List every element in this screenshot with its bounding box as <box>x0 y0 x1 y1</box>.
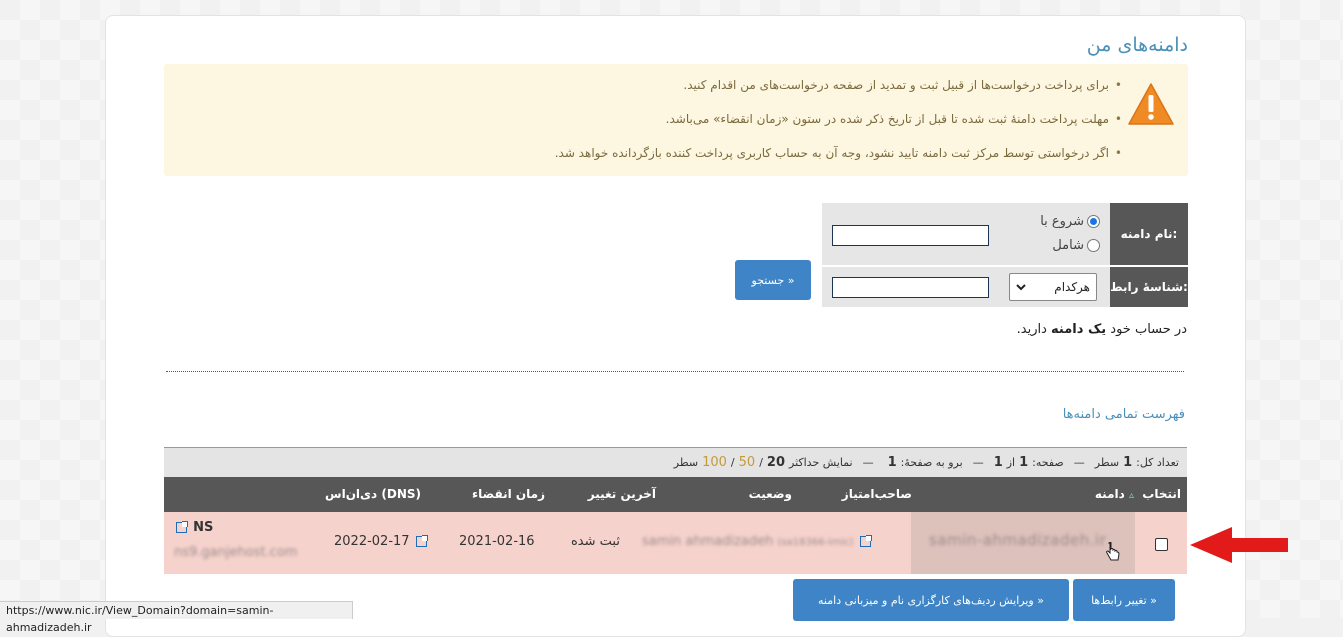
external-link-icon[interactable] <box>415 535 428 547</box>
page-title: دامنه‌های من <box>1086 34 1188 56</box>
warning-icon <box>1128 83 1174 125</box>
domain-list-title: فهرست تمامی دامنه‌ها <box>1062 407 1185 422</box>
radio-contains-button[interactable] <box>1087 238 1100 252</box>
owner-cell[interactable]: samin ahmadizadeh (sa18366-irnic) <box>642 534 873 549</box>
edit-nameservers-button[interactable]: ویرایش ردیف‌های کارگزاری نام و میزبانی د… <box>793 579 1069 621</box>
domain-count-summary: در حساب خود یک دامنه دارید. <box>1016 322 1187 337</box>
sort-asc-icon: ▵ <box>1128 490 1134 501</box>
warning-box: برای پرداخت درخواست‌ها از قبیل ثبت و تمد… <box>164 64 1188 176</box>
page-size-20[interactable]: 20 <box>767 455 785 470</box>
row-select-checkbox[interactable] <box>1155 538 1168 551</box>
change-contacts-button[interactable]: تغییر رابط‌ها » <box>1073 579 1175 621</box>
warning-item: اگر درخواستی توسط مرکز ثبت دامنه تایید ن… <box>555 142 1123 176</box>
dns-cell[interactable]: NS <box>174 520 213 535</box>
search-button[interactable]: جستجو » <box>735 260 811 300</box>
radio-starts-with-button[interactable] <box>1087 214 1100 228</box>
contact-id-label: شناسهٔ رابط: <box>1110 267 1188 307</box>
warning-item: مهلت پرداخت دامنهٔ ثبت شده تا قبل از تار… <box>555 108 1123 142</box>
match-mode-radios: شروع با شامل <box>1040 209 1100 257</box>
external-link-icon[interactable] <box>859 535 872 547</box>
col-select: انتخاب <box>1142 487 1181 501</box>
chevron-down-icon <box>1016 284 1026 291</box>
col-status: وضعیت <box>748 487 792 501</box>
radio-starts-with[interactable]: شروع با <box>1040 209 1100 233</box>
expiry-cell[interactable]: 2022-02-17 <box>334 534 429 549</box>
col-domain[interactable]: دامنه ▵ <box>1095 487 1134 501</box>
page-size-100[interactable]: 100 <box>702 455 727 470</box>
goto-page-link[interactable]: 1 <box>888 455 897 470</box>
domain-name-label: نام دامنه: <box>1110 203 1188 265</box>
pager-bar: تعداد کل: 1 سطر — صفحه: 1 از 1 — برو به … <box>164 447 1187 477</box>
contact-id-input[interactable] <box>832 277 989 298</box>
mouse-cursor-icon <box>1106 542 1120 561</box>
status-cell: ثبت شده <box>571 534 620 549</box>
red-arrow-annotation <box>1190 527 1288 563</box>
col-last-change: آخرین تغییر <box>587 487 656 501</box>
radio-contains[interactable]: شامل <box>1040 233 1100 257</box>
dns-value: ns9.ganjehost.com <box>174 545 298 560</box>
search-form: نام دامنه: شناسهٔ رابط: شروع با شامل هرک… <box>822 203 1188 307</box>
col-expiry: زمان انقضاء <box>472 487 545 501</box>
domain-link[interactable]: samin-ahmadizadeh.ir <box>929 531 1106 549</box>
main-card: دامنه‌های من برای پرداخت درخواست‌ها از ق… <box>105 15 1246 637</box>
last-change-cell: 2021-02-16 <box>459 534 535 549</box>
col-dns: دی‌ان‌اس (DNS) <box>325 487 421 501</box>
domains-table: تعداد کل: 1 سطر — صفحه: 1 از 1 — برو به … <box>164 447 1187 574</box>
browser-status-bar: https://www.nic.ir/View_Domain?domain=sa… <box>0 601 353 634</box>
table-header: انتخاب دامنه ▵ صاحب‌امتیاز وضعیت آخرین ت… <box>164 477 1187 512</box>
external-link-icon[interactable] <box>176 521 188 533</box>
contact-role-select[interactable]: هرکدام <box>1009 273 1097 301</box>
warning-item: برای پرداخت درخواست‌ها از قبیل ثبت و تمد… <box>555 74 1122 108</box>
page-size-50[interactable]: 50 <box>739 455 756 470</box>
warning-list: برای پرداخت درخواست‌ها از قبیل ثبت و تمد… <box>555 74 1123 176</box>
divider <box>166 371 1184 372</box>
domain-name-input[interactable] <box>832 225 989 246</box>
col-owner: صاحب‌امتیاز <box>841 487 912 501</box>
table-row[interactable]: samin-ahmadizadeh.ir samin ahmadizadeh (… <box>164 512 1187 574</box>
